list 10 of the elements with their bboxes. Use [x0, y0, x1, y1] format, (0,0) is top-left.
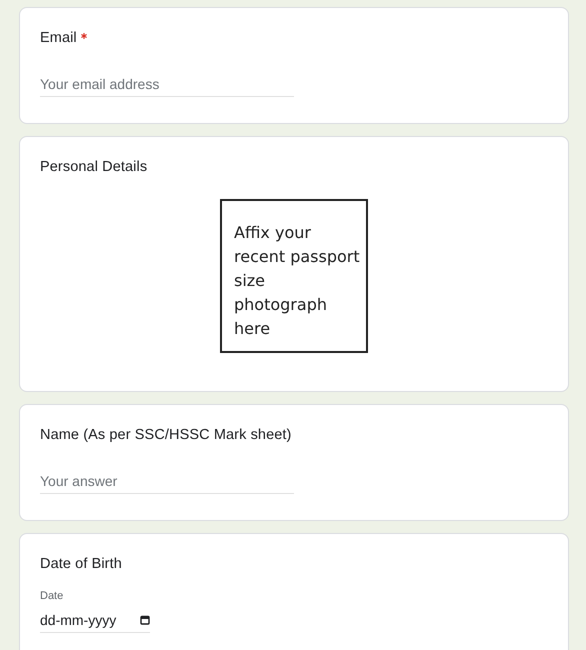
- question-title: Email: [40, 30, 77, 46]
- answer-field[interactable]: Your email address: [40, 76, 294, 97]
- question-title: Name (As per SSC/HSSC Mark sheet): [40, 427, 292, 443]
- section-title: Personal Details: [40, 159, 148, 175]
- calendar-icon[interactable]: [140, 615, 150, 625]
- question-title: Date of Birth: [40, 556, 122, 572]
- photo-placeholder-box: Affix your recent passport size photograph here: [220, 199, 368, 353]
- answer-field[interactable]: Your answer: [40, 473, 294, 494]
- date-field[interactable]: dd-mm-yyyy: [40, 612, 150, 633]
- date-label: Date: [40, 590, 64, 602]
